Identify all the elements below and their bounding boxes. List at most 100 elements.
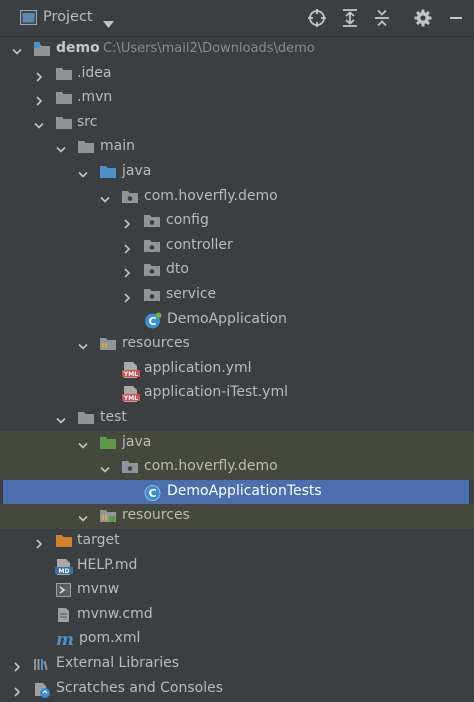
package-icon [143, 238, 161, 254]
project-tool-window-header: Project [0, 0, 474, 37]
tree-node-test-java[interactable]: java [0, 430, 474, 456]
svg-text:C: C [148, 487, 156, 500]
folder-icon [55, 90, 73, 106]
tree-node-label: .idea [77, 64, 112, 81]
tree-node-label: config [166, 212, 209, 229]
tree-node-label: External Libraries [56, 655, 179, 671]
tree-node-demo-application-tests[interactable]: C DemoApplicationTests [3, 479, 469, 505]
chevron-down-icon[interactable] [55, 141, 67, 154]
folder-icon [77, 139, 95, 155]
chevron-right-icon[interactable] [33, 92, 45, 106]
tree-node-mvn[interactable]: .mvn [0, 86, 474, 111]
source-folder-icon [99, 164, 117, 180]
hide-icon[interactable] [446, 8, 466, 28]
tree-node-dto[interactable]: dto [0, 258, 474, 283]
tree-node-label: controller [166, 236, 233, 253]
tree-node-label: service [166, 286, 217, 302]
tree-node-application-itest-yml[interactable]: YML application-iTest.yml [0, 381, 474, 406]
chevron-down-icon[interactable] [99, 191, 111, 203]
chevron-down-icon[interactable] [77, 166, 89, 178]
tree-node-label: java [122, 433, 152, 450]
tree-node-scratches[interactable]: Scratches and Consoles [0, 677, 474, 702]
tree-node-label: demo [56, 40, 100, 56]
expand-all-icon[interactable] [340, 8, 360, 28]
chevron-right-icon[interactable] [33, 535, 45, 549]
tree-node-label: resources [122, 335, 190, 352]
svg-text:YML: YML [123, 395, 138, 402]
chevron-down-icon[interactable] [33, 117, 45, 129]
tree-node-label: application-iTest.yml [144, 384, 288, 401]
tree-node-target[interactable]: target [0, 529, 474, 554]
spring-class-icon: C [144, 312, 162, 329]
chevron-down-icon[interactable] [55, 412, 67, 424]
class-icon: C [144, 484, 162, 501]
tree-node-test-resources[interactable]: resources [0, 504, 474, 529]
tree-node-main-resources[interactable]: resources [0, 332, 474, 357]
tree-node-src[interactable]: src [0, 111, 474, 136]
tree-node-label: .mvn [77, 89, 113, 106]
tree-node-main-package[interactable]: com.hoverfly.demo [0, 185, 474, 210]
tree-node-test-package[interactable]: com.hoverfly.demo [0, 455, 474, 480]
tree-node-pom-xml[interactable]: m pom.xml [0, 627, 474, 652]
tree-node-label: DemoApplication [167, 310, 287, 327]
package-icon [121, 189, 139, 205]
chevron-right-icon[interactable] [11, 683, 23, 697]
tree-node-label: mvnw [77, 581, 120, 598]
tree-node-test[interactable]: test [0, 406, 474, 431]
tree-node-label: resources [122, 507, 190, 524]
chevron-right-icon[interactable] [121, 240, 133, 254]
package-icon [143, 262, 161, 278]
tree-node-label: DemoApplicationTests [167, 482, 322, 499]
tree-node-label: Scratches and Consoles [56, 679, 223, 696]
libraries-icon [33, 656, 51, 672]
svg-text:C: C [148, 315, 156, 328]
chevron-right-icon[interactable] [121, 215, 133, 229]
chevron-right-icon[interactable] [33, 68, 45, 82]
tree-node-label: dto [166, 261, 189, 278]
tree-node-label: pom.xml [79, 630, 141, 647]
project-view-icon [19, 9, 38, 26]
chevron-down-icon[interactable] [99, 461, 111, 473]
tree-node-label: mvnw.cmd [77, 605, 153, 622]
tree-node-label: com.hoverfly.demo [144, 187, 278, 204]
chevron-down-icon[interactable] [77, 437, 89, 449]
tree-node-demo[interactable]: demo C:\Users\mail2\Downloads\demo [0, 37, 474, 62]
maven-icon: m [55, 631, 74, 649]
tree-node-external-libraries[interactable]: External Libraries [0, 652, 474, 677]
project-view-selector[interactable]: Project [43, 9, 93, 25]
svg-text:MD: MD [59, 568, 70, 575]
collapse-all-icon[interactable] [372, 8, 392, 28]
package-icon [143, 287, 161, 303]
folder-icon [55, 115, 73, 131]
tree-node-help-md[interactable]: MD HELP.md [0, 554, 474, 579]
scratches-icon [33, 681, 51, 698]
tree-node-main[interactable]: main [0, 135, 474, 160]
tree-node-application-yml[interactable]: YML application.yml [0, 357, 474, 382]
folder-icon [77, 410, 95, 426]
select-opened-file-icon[interactable] [307, 8, 327, 28]
module-folder-icon [33, 41, 51, 57]
tree-node-controller[interactable]: controller [0, 234, 474, 259]
project-path: C:\Users\mail2\Downloads\demo [103, 41, 315, 56]
text-file-icon [55, 607, 73, 623]
gear-icon[interactable] [413, 8, 433, 28]
chevron-right-icon[interactable] [11, 658, 23, 672]
tree-node-mvnw[interactable]: mvnw [0, 578, 474, 603]
tree-node-label: src [77, 113, 98, 130]
chevron-right-icon[interactable] [121, 289, 133, 303]
svg-text:m: m [56, 631, 74, 649]
tree-node-main-java[interactable]: java [0, 160, 474, 185]
chevron-down-icon[interactable] [77, 510, 89, 523]
resources-folder-icon [99, 336, 117, 352]
chevron-down-icon[interactable] [11, 43, 23, 55]
chevron-right-icon[interactable] [121, 264, 133, 278]
tree-node-config[interactable]: config [0, 209, 474, 234]
tree-node-demo-application[interactable]: C DemoApplication [0, 308, 474, 333]
tree-node-idea[interactable]: .idea [0, 62, 474, 87]
chevron-down-icon[interactable] [103, 13, 114, 32]
yml-file-icon: YML [122, 385, 140, 403]
tree-node-service[interactable]: service [0, 283, 474, 308]
tree-node-mvnw-cmd[interactable]: mvnw.cmd [0, 603, 474, 628]
chevron-down-icon[interactable] [77, 338, 89, 350]
tree-node-label: com.hoverfly.demo [144, 458, 278, 475]
